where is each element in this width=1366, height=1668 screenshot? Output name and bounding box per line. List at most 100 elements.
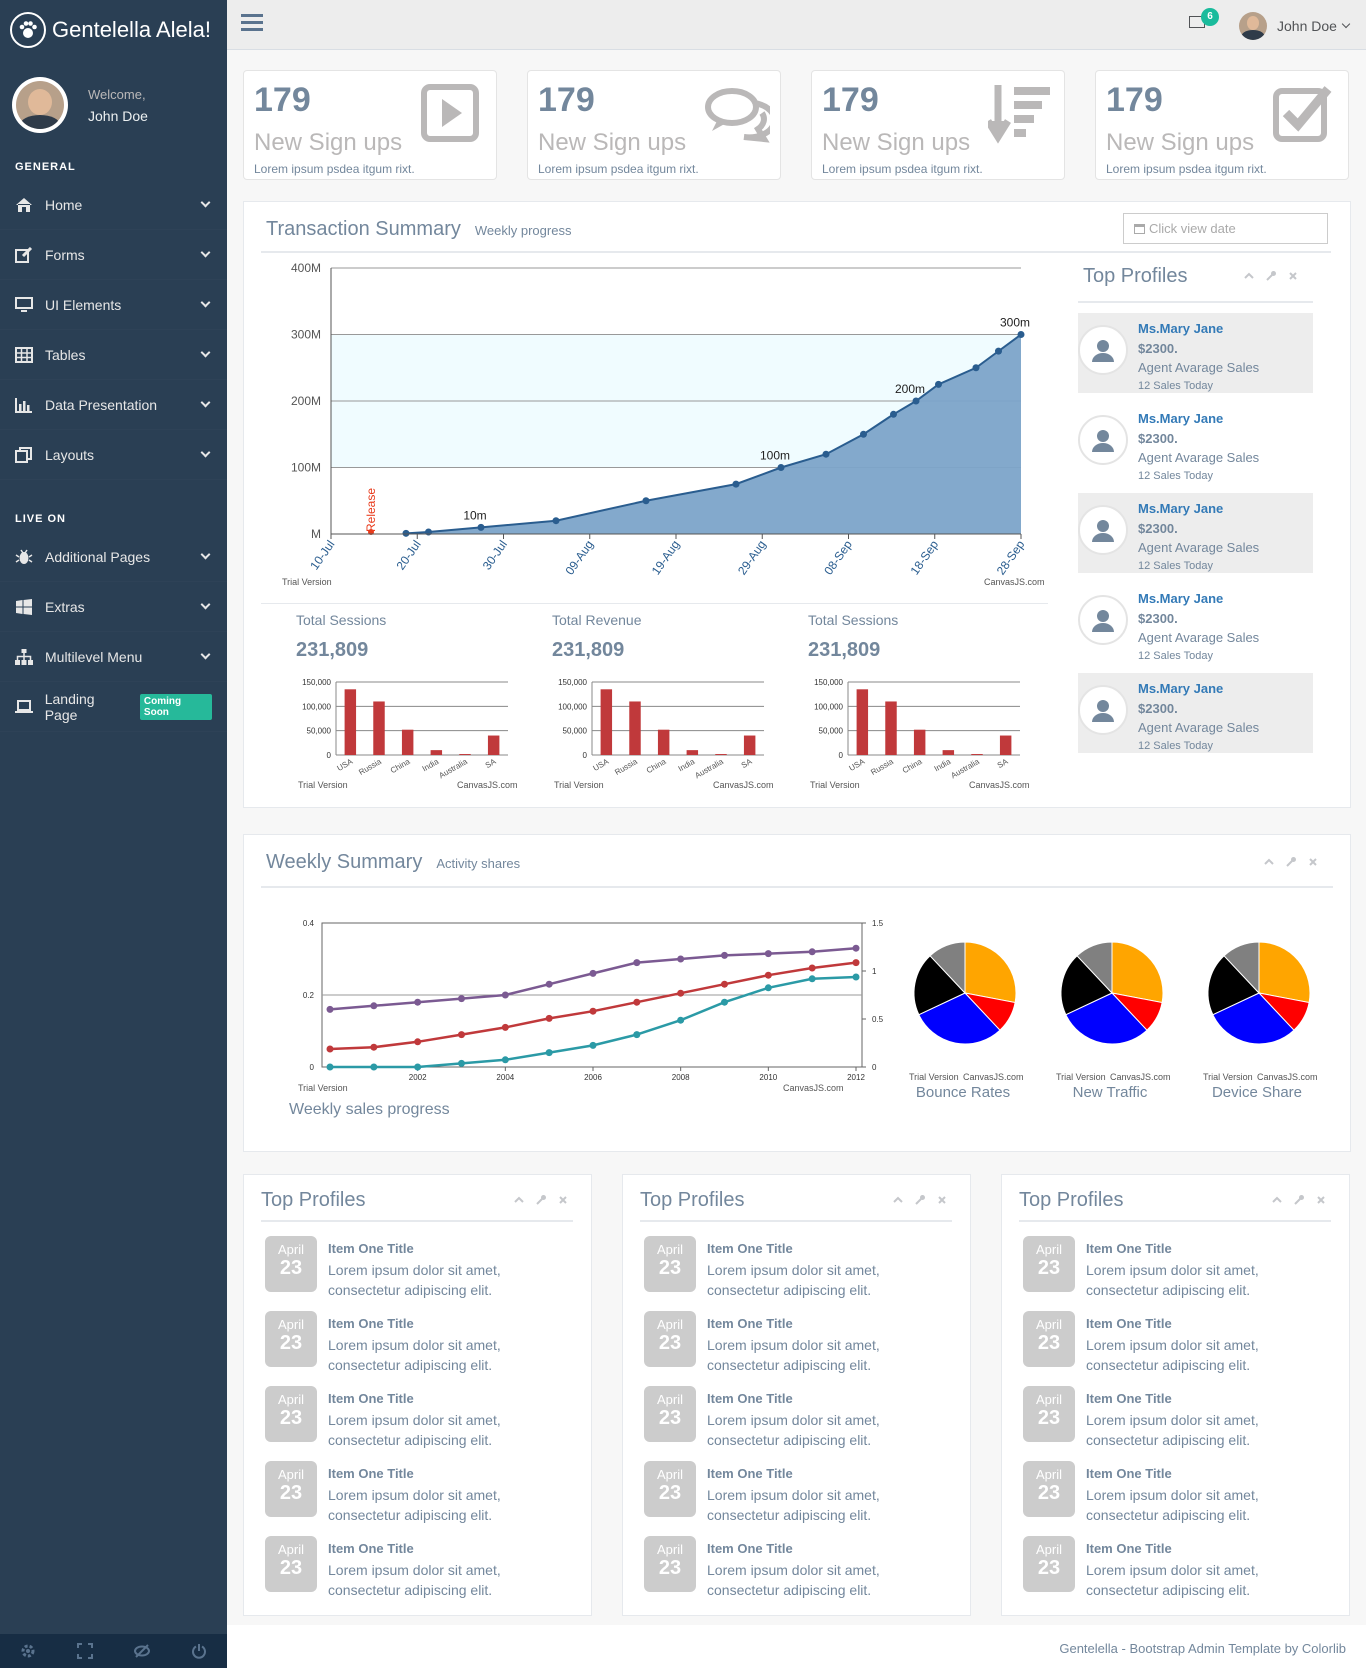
bar — [885, 701, 897, 755]
avatar[interactable] — [12, 77, 68, 133]
sidebar-item-landing-page[interactable]: Landing Page Coming Soon — [0, 682, 227, 732]
sidebar-item-multilevel-menu[interactable]: Multilevel Menu — [0, 632, 227, 682]
event-item[interactable]: April 23 Item One Title Lorem ipsum dolor s… — [265, 1386, 575, 1448]
x-tick-label: China — [645, 757, 668, 776]
event-item[interactable]: April 23 Item One Title Lorem ipsum dolor s… — [644, 1536, 954, 1598]
bar — [459, 754, 471, 755]
mini-chart-title: Total Sessions — [808, 612, 899, 628]
bar — [600, 689, 613, 755]
x-tick-label: 2002 — [409, 1073, 427, 1082]
date-month: April — [1035, 1317, 1062, 1332]
wrench-icon[interactable] — [1293, 1194, 1305, 1206]
x-tick-label: 30-Jul — [480, 538, 510, 573]
event-item[interactable]: April 23 Item One Title Lorem ipsum dolor s… — [1023, 1386, 1333, 1448]
laptop-icon — [15, 699, 35, 715]
wrench-icon[interactable] — [914, 1194, 926, 1206]
event-text: Lorem ipsum dolor sit amet, consectetur … — [707, 1262, 880, 1298]
event-text: Lorem ipsum dolor sit amet, consectetur … — [707, 1337, 880, 1373]
data-point — [764, 984, 772, 992]
data-point — [414, 1038, 422, 1046]
date-month: April — [656, 1242, 683, 1257]
event-item[interactable]: April 23 Item One Title Lorem ipsum dolor s… — [644, 1461, 954, 1523]
stat-tile[interactable]: 179 New Sign ups Lorem ipsum psdea itgum r… — [527, 70, 781, 180]
wrench-icon[interactable] — [535, 1194, 547, 1206]
event-item[interactable]: April 23 Item One Title Lorem ipsum dolor s… — [644, 1311, 954, 1373]
eye-slash-icon[interactable] — [114, 1634, 171, 1668]
sidebar-item-additional-pages[interactable]: Additional Pages — [0, 532, 227, 582]
profile-item[interactable]: Ms.Mary Jane $2300. Agent Avarage Sales 12 … — [1078, 673, 1313, 753]
data-point — [721, 980, 728, 988]
data-point — [935, 380, 942, 388]
profile-item[interactable]: Ms.Mary Jane $2300. Agent Avarage Sales 12 … — [1078, 583, 1313, 663]
event-title: Item One Title — [328, 1316, 414, 1331]
close-icon[interactable] — [1315, 1194, 1327, 1206]
profile-item[interactable]: Ms.Mary Jane $2300. Agent Avarage Sales 12 … — [1078, 313, 1313, 393]
event-text: Lorem ipsum dolor sit amet, consectetur … — [1086, 1487, 1259, 1523]
event-item[interactable]: April 23 Item One Title Lorem ipsum dolor s… — [1023, 1536, 1333, 1598]
stat-tile[interactable]: 179 New Sign ups Lorem ipsum psdea itgum r… — [811, 70, 1065, 180]
bar — [971, 754, 983, 755]
x-tick-label: 29-Aug — [735, 538, 769, 578]
data-point — [589, 1041, 597, 1049]
sidebar-item-forms[interactable]: Forms — [0, 230, 227, 280]
event-item[interactable]: April 23 Item One Title Lorem ipsum dolor s… — [1023, 1236, 1333, 1298]
bar-chart-icon — [15, 397, 35, 413]
sidebar-item-tables[interactable]: Tables — [0, 330, 227, 380]
profile-item[interactable]: Ms.Mary Jane $2300. Agent Avarage Sales 12 … — [1078, 403, 1313, 483]
pie-slice — [1111, 941, 1164, 1004]
settings-icon[interactable] — [0, 1634, 57, 1668]
panel-tools — [1271, 1194, 1327, 1206]
trial-label: Trial Version — [909, 1072, 959, 1082]
brand[interactable]: Gentelella Alela! — [0, 0, 227, 60]
menu-toggle-icon[interactable] — [241, 14, 263, 32]
event-item[interactable]: April 23 Item One Title Lorem ipsum dolor s… — [265, 1236, 575, 1298]
close-icon[interactable] — [1307, 856, 1319, 868]
profile-sales: 12 Sales Today — [1138, 470, 1214, 482]
date-badge: April 23 — [1023, 1311, 1075, 1367]
date-picker[interactable]: Click view date — [1123, 213, 1328, 244]
event-item[interactable]: April 23 Item One Title Lorem ipsum dolor s… — [1023, 1461, 1333, 1523]
chevron-down-icon — [200, 599, 211, 610]
power-icon[interactable] — [170, 1634, 227, 1668]
stat-tile[interactable]: 179 New Sign ups Lorem ipsum psdea itgum r… — [243, 70, 497, 180]
close-icon[interactable] — [936, 1194, 948, 1206]
wrench-icon[interactable] — [1285, 856, 1297, 868]
x-tick-label: 28-Sep — [994, 537, 1028, 577]
sidebar-item-data-presentation[interactable]: Data Presentation — [0, 380, 227, 430]
wrench-icon[interactable] — [1265, 270, 1277, 282]
close-icon[interactable] — [1287, 270, 1299, 282]
event-item[interactable]: April 23 Item One Title Lorem ipsum dolor s… — [644, 1236, 954, 1298]
profile-desc: Agent Avarage Sales — [1138, 450, 1260, 465]
event-text: Lorem ipsum dolor sit amet, consectetur … — [1086, 1412, 1259, 1448]
weekly-line-chart: 0.4 0.2 0 1.5 1 0.5 0 2002 2004 2006 2008 2010 2012 — [303, 919, 884, 1082]
event-item[interactable]: April 23 Item One Title Lorem ipsum dolor s… — [265, 1536, 575, 1598]
divider — [1019, 1220, 1331, 1222]
event-item[interactable]: April 23 Item One Title Lorem ipsum dolor s… — [265, 1461, 575, 1523]
profile-item[interactable]: Ms.Mary Jane $2300. Agent Avarage Sales 12 … — [1078, 493, 1313, 573]
data-point — [402, 529, 410, 537]
sidebar-item-home[interactable]: Home — [0, 180, 227, 230]
event-item[interactable]: April 23 Item One Title Lorem ipsum dolor s… — [265, 1311, 575, 1373]
chevron-up-icon[interactable] — [1271, 1194, 1283, 1206]
credit-label: CanvasJS.com — [984, 577, 1045, 587]
line-series — [329, 946, 857, 1011]
fullscreen-icon[interactable] — [57, 1634, 114, 1668]
clone-icon — [15, 446, 35, 463]
close-icon[interactable] — [557, 1194, 569, 1206]
date-badge: April 23 — [1023, 1536, 1075, 1592]
sidebar-item-label: Multilevel Menu — [45, 648, 143, 665]
sidebar-item-layouts[interactable]: Layouts — [0, 430, 227, 480]
chevron-up-icon[interactable] — [892, 1194, 904, 1206]
chevron-up-icon[interactable] — [1243, 270, 1255, 282]
event-item[interactable]: April 23 Item One Title Lorem ipsum dolor s… — [1023, 1311, 1333, 1373]
stat-tile[interactable]: 179 New Sign ups Lorem ipsum psdea itgum r… — [1095, 70, 1349, 180]
date-badge: April 23 — [1023, 1386, 1075, 1442]
data-point — [764, 971, 772, 979]
sidebar-item-extras[interactable]: Extras — [0, 582, 227, 632]
user-menu[interactable]: John Doe — [1239, 12, 1351, 40]
event-item[interactable]: April 23 Item One Title Lorem ipsum dolor s… — [644, 1386, 954, 1448]
chevron-up-icon[interactable] — [1263, 856, 1275, 868]
sidebar-item-ui-elements[interactable]: UI Elements — [0, 280, 227, 330]
date-badge: April 23 — [265, 1386, 317, 1442]
chevron-up-icon[interactable] — [513, 1194, 525, 1206]
